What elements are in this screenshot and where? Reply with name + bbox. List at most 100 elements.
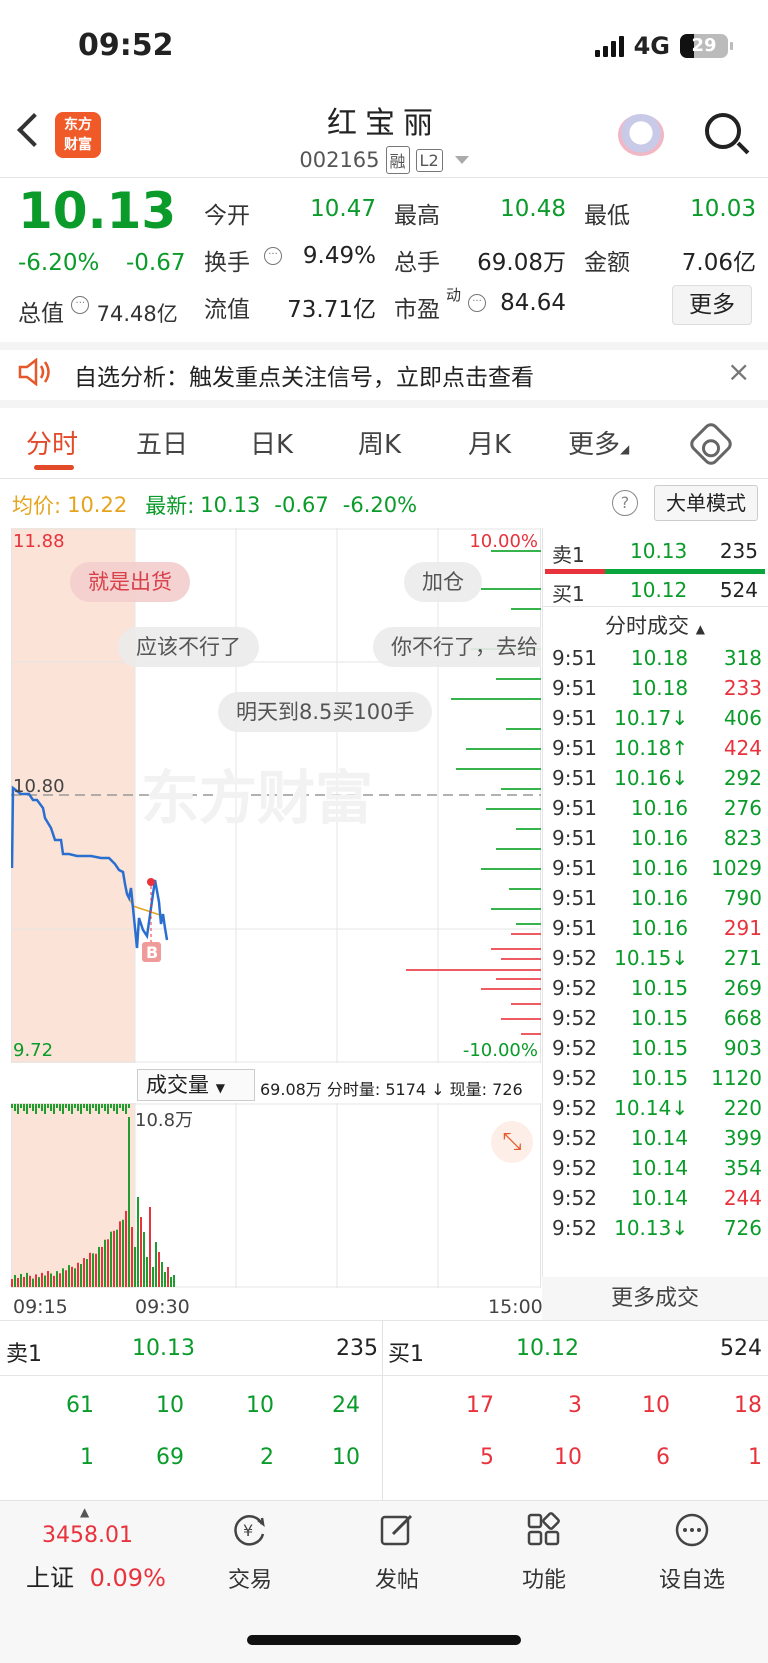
volume-bar [50,1273,52,1287]
open-value: 10.47 [310,196,376,222]
danmu-comment[interactable]: 你不行了，去给 [373,627,541,667]
tick-volume: 220 [723,1096,762,1120]
info-icon[interactable]: ··· [71,296,90,314]
tab-underline [34,465,74,470]
time-end-label: 15:00 [488,1296,543,1318]
buy-sell-ratio-red [545,569,605,574]
volume-bar [158,1252,160,1287]
volume-bar [152,1267,154,1287]
volume-bar [143,1232,145,1287]
volume-bar [101,1246,103,1287]
buy-queue-size: 1 [748,1445,762,1470]
volume-bar [50,1104,52,1111]
chevron-down-icon: ▼ [215,1081,225,1095]
danmu-comment[interactable]: 加仓 [404,562,482,602]
svg-text:¥: ¥ [243,1521,253,1540]
volume-bar [74,1104,76,1108]
more-trades-button[interactable]: 更多成交 [542,1277,768,1320]
float-cap-value: 73.71亿 [287,297,376,323]
tab-more[interactable]: 更多◢ [568,424,629,461]
close-icon[interactable]: × [727,355,750,388]
tab-daily-k[interactable]: 日K [250,424,293,461]
volume-bar [56,1104,58,1108]
change-percent: -6.20% [18,250,100,276]
volume-bar [83,1258,85,1287]
pe-sup: 动 [446,286,462,304]
tab-weekly-k[interactable]: 周K [358,424,401,461]
volume-bar [131,1227,133,1287]
depth-bars-sell [451,550,541,925]
tick-volume: 1029 [711,856,762,880]
volume-bar [23,1276,25,1287]
tick-volume: 1120 [711,1066,762,1090]
tick-row: 9:52 10.13↓ 726 [552,1213,762,1243]
ticks-header[interactable]: 分时成交 ▲ [542,610,768,640]
notice-text[interactable]: 自选分析：触发重点关注信号，立即点击查看 [74,358,534,392]
big-order-mode-button[interactable]: 大单模式 [654,485,758,521]
search-icon[interactable] [705,113,741,149]
volume-bar [26,1104,28,1114]
volume-bar [17,1104,19,1114]
volume-bar [116,1229,118,1287]
danmu-comment[interactable]: 明天到8.5买100手 [218,692,433,732]
index-value[interactable]: 3458.01 [42,1523,133,1548]
tab-monthly-k[interactable]: 月K [468,424,511,461]
tick-price: 10.16 [630,886,689,910]
buy-queue-size: 5 [480,1445,494,1470]
buy-point [147,878,155,886]
volume-bar [80,1264,82,1287]
nav-post[interactable]: 发帖 [337,1512,457,1594]
tick-row: 9:51 10.16 291 [552,913,762,943]
time-mid-label: 09:30 [135,1296,190,1318]
nav-add-watch[interactable]: 设自选 [632,1512,752,1594]
volume-bar [68,1104,70,1111]
nav-post-label: 发帖 [374,1568,419,1593]
bottom-sell1-volume: 235 [336,1336,378,1361]
tick-volume: 790 [723,886,762,910]
sell-queue-size: 10 [332,1445,360,1470]
turnover-label: 换手 [204,250,250,276]
tick-volume: 292 [723,766,762,790]
buy-queue-size: 6 [656,1445,670,1470]
avg-value: 10.22 [67,493,128,517]
volume-bar [74,1268,76,1287]
volume-bar [53,1275,55,1287]
tick-time: 9:51 [552,706,597,730]
last-price: 10.13 [18,182,177,240]
tick-volume: 318 [723,646,762,670]
nav-functions[interactable]: 功能 [484,1512,604,1594]
tab-five-day[interactable]: 五日 [136,424,188,461]
danmu-comment[interactable]: 就是出货 [70,562,190,602]
tab-intraday[interactable]: 分时 [26,424,78,461]
gear-icon[interactable] [686,419,736,469]
expand-icon[interactable]: ⤡ [491,1121,533,1163]
help-icon[interactable]: ? [612,490,638,516]
volume-bar [128,1117,130,1287]
bottom-sell1-label: 卖1 [6,1342,42,1367]
tick-price: 10.14 [630,1186,689,1210]
intraday-price-chart[interactable]: 东方财富 B 11.88 10.80 9.72 10.00% -10.00% [11,528,541,1063]
volume-chart[interactable]: 10.8万 [11,1103,541,1288]
danmu-comment[interactable]: 应该不行了 [118,627,259,667]
volume-indicator-select[interactable]: 成交量 ▼ [137,1069,255,1101]
tick-time: 9:51 [552,796,597,820]
info-icon[interactable]: ··· [264,247,282,265]
tick-price: 10.16 [630,916,689,940]
sell-queue-size: 1 [80,1445,94,1470]
level2-tag: L2 [415,148,443,172]
nav-trade[interactable]: ¥ 交易 [190,1512,310,1594]
index-summary[interactable]: 上证 0.09% [26,1558,166,1593]
volume-bar [32,1104,34,1111]
tick-time: 9:51 [552,736,597,760]
volume-bar [44,1275,46,1287]
tick-volume: 399 [723,1126,762,1150]
more-button[interactable]: 更多 [672,285,752,325]
robot-assistant-icon[interactable] [618,114,664,156]
buy-queue-size: 3 [568,1393,582,1418]
tick-price: 10.15 [630,1066,689,1090]
buy-queue-size: 17 [466,1393,494,1418]
home-indicator [247,1635,521,1645]
info-icon[interactable]: ··· [468,294,486,312]
tick-time: 9:52 [552,1096,597,1120]
tick-volume: 291 [723,916,762,940]
